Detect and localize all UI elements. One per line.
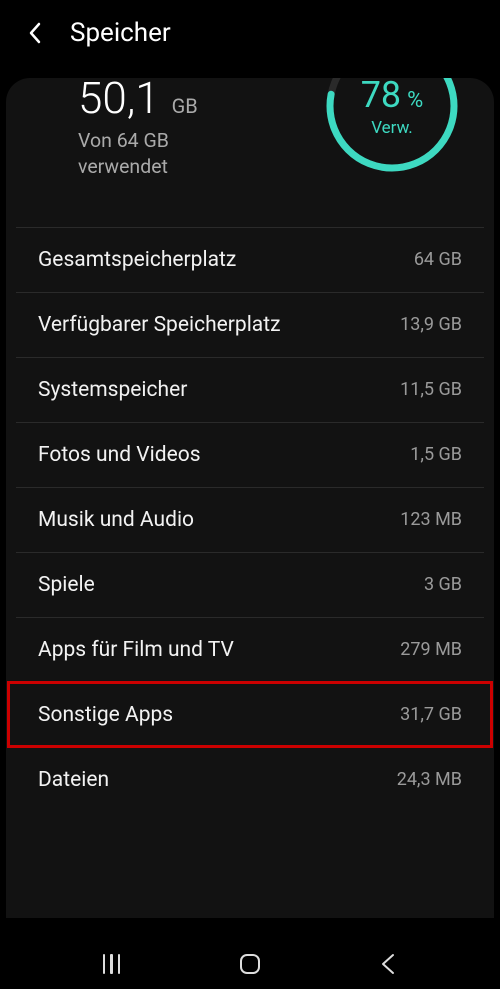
ring-percent-symbol: % [407, 88, 423, 113]
storage-item[interactable]: Verfügbarer Speicherplatz 13,9 GB [16, 292, 484, 357]
page-title: Speicher [70, 18, 171, 48]
storage-item-label: Fotos und Videos [38, 443, 201, 467]
storage-item-label: Verfügbarer Speicherplatz [38, 313, 281, 337]
storage-list: Gesamtspeicherplatz 64 GB Verfügbarer Spei… [6, 227, 494, 812]
storage-item[interactable]: Apps für Film und TV 279 MB [16, 617, 484, 682]
content-panel: 50,1 GB Von 64 GB verwendet 78 % Verw. G… [6, 78, 494, 918]
back-icon[interactable] [28, 21, 42, 45]
storage-item-value: 24,3 MB [397, 769, 462, 790]
ring-percent-value: 78 [361, 78, 401, 116]
ring-percent: 78 % [361, 78, 424, 116]
storage-item-label: Spiele [38, 573, 95, 597]
usage-ring: 78 % Verw. [322, 78, 462, 176]
navigation-bar [0, 939, 500, 989]
nav-back-icon[interactable] [374, 949, 404, 979]
recents-icon[interactable] [96, 949, 126, 979]
storage-item-value: 13,9 GB [400, 314, 462, 335]
storage-item[interactable]: Spiele 3 GB [16, 552, 484, 617]
ring-percent-label: Verw. [371, 118, 413, 138]
usage-sub-line2: verwendet [78, 154, 198, 180]
home-icon[interactable] [235, 949, 265, 979]
usage-text-block: 50,1 GB Von 64 GB verwendet [78, 78, 198, 181]
ring-text: 78 % Verw. [322, 78, 462, 176]
usage-value: 50,1 GB [78, 78, 198, 124]
storage-item-value: 3 GB [424, 574, 462, 595]
storage-item-label: Apps für Film und TV [38, 638, 234, 662]
usage-sub-line1: Von 64 GB [78, 128, 198, 154]
storage-item-value: 1,5 GB [410, 444, 462, 465]
used-amount: 50,1 [78, 78, 160, 124]
storage-item[interactable]: Gesamtspeicherplatz 64 GB [16, 227, 484, 292]
storage-item-value: 11,5 GB [400, 379, 462, 400]
storage-item[interactable]: Systemspeicher 11,5 GB [16, 357, 484, 422]
storage-item[interactable]: Fotos und Videos 1,5 GB [16, 422, 484, 487]
storage-item-label: Systemspeicher [38, 378, 187, 402]
storage-item[interactable]: Dateien 24,3 MB [16, 747, 484, 812]
usage-subtitle: Von 64 GB verwendet [78, 128, 198, 181]
storage-item[interactable]: Musik und Audio 123 MB [16, 487, 484, 552]
storage-item-value: 64 GB [414, 249, 462, 270]
storage-item-label: Dateien [38, 768, 109, 792]
storage-item-label: Sonstige Apps [38, 703, 173, 727]
storage-summary: 50,1 GB Von 64 GB verwendet 78 % Verw. [6, 78, 494, 227]
storage-item-value: 279 MB [400, 639, 462, 660]
storage-item-value: 31,7 GB [400, 704, 462, 725]
storage-item-label: Gesamtspeicherplatz [38, 248, 236, 272]
storage-item[interactable]: Sonstige Apps 31,7 GB [8, 682, 492, 747]
storage-item-value: 123 MB [400, 509, 462, 530]
used-unit: GB [172, 94, 198, 118]
storage-item-label: Musik und Audio [38, 508, 194, 532]
app-header: Speicher [0, 0, 500, 66]
